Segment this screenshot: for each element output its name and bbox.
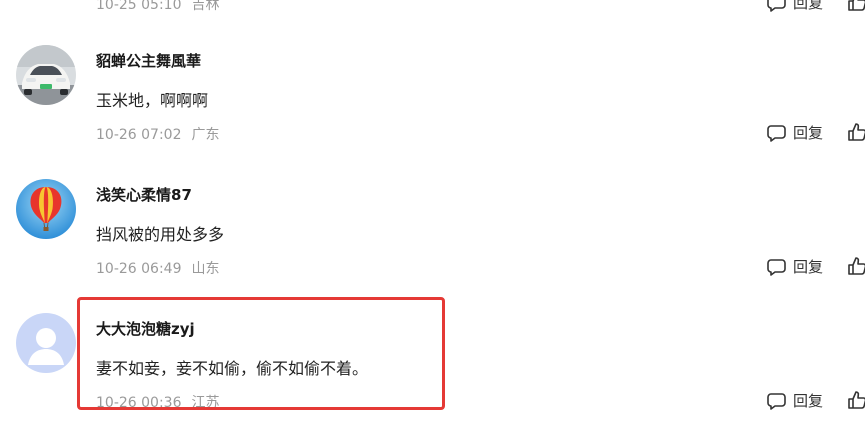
user-avatar[interactable]	[16, 313, 76, 373]
comment-item: 浅笑心柔情87 挡风被的用处多多 10-26 06:49 山东 回复	[0, 134, 865, 277]
comment-item: 貂蝉公主舞風華 玉米地，啊啊啊 10-26 07:02 广东 回复	[0, 0, 865, 143]
comment-location: 江苏	[191, 395, 220, 411]
comment-time: 10-26 00:36	[96, 395, 182, 411]
like-button[interactable]	[847, 390, 865, 410]
reply-label: 回复	[793, 392, 824, 410]
comment-username[interactable]: 大大泡泡糖zyj	[96, 318, 195, 339]
comment-bubble-icon	[767, 392, 786, 410]
reply-button[interactable]: 回复	[767, 390, 823, 411]
comment-text: 挡风被的用处多多	[96, 225, 225, 244]
thumbs-up-icon	[848, 391, 865, 409]
comment-username[interactable]: 浅笑心柔情87	[96, 184, 192, 205]
default-user-avatar	[16, 313, 76, 373]
comment-meta: 10-26 00:36 江苏	[96, 392, 219, 412]
user-avatar[interactable]	[16, 179, 76, 239]
comment-username[interactable]: 貂蝉公主舞風華	[96, 50, 201, 71]
comment-text: 妻不如妾，妾不如偷，偷不如偷不着。	[96, 359, 369, 378]
comment-item: 大大泡泡糖zyj 妻不如妾，妾不如偷，偷不如偷不着。 10-26 00:36 江苏…	[0, 268, 865, 411]
hot-air-balloon-avatar	[16, 179, 76, 239]
user-avatar[interactable]	[16, 45, 76, 105]
comment-text: 玉米地，啊啊啊	[96, 91, 209, 110]
white-car-avatar	[16, 45, 76, 105]
